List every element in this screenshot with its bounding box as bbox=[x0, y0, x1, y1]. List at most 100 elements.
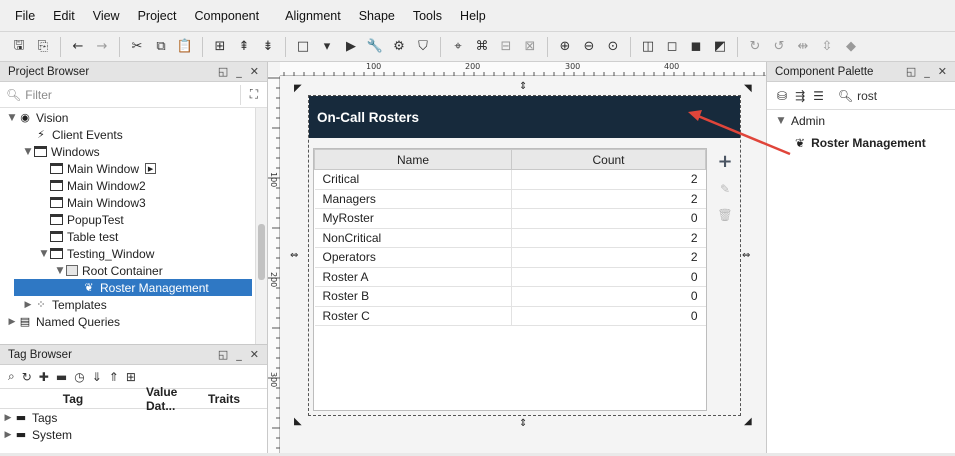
resize-handle-e[interactable]: ⇔ bbox=[742, 250, 750, 261]
wrench-icon[interactable]: 🔧 bbox=[364, 36, 386, 58]
resize-handle-nw[interactable]: ◤ bbox=[294, 83, 302, 94]
expand-arrow-icon[interactable]: ▼ bbox=[775, 116, 787, 126]
tag-row-tags[interactable]: ▶ ▬ Tags bbox=[0, 409, 267, 426]
window-icon[interactable]: □ bbox=[292, 36, 314, 58]
tree-item[interactable]: Main Window ▶ bbox=[0, 160, 267, 177]
expand-all-icon[interactable]: ⇶ bbox=[795, 89, 805, 103]
restore-icon[interactable]: ◱ bbox=[218, 65, 228, 78]
align-right-icon[interactable]: ⊟ bbox=[495, 36, 517, 58]
column-header-value-data[interactable]: Value Dat... bbox=[146, 385, 208, 413]
palette-category-admin[interactable]: ▼ Admin bbox=[767, 110, 955, 132]
add-tag-icon[interactable]: ✚ bbox=[39, 370, 49, 384]
resize-handle-se[interactable]: ◢ bbox=[744, 416, 752, 427]
difference-icon[interactable]: ◻ bbox=[661, 36, 683, 58]
menu-edit[interactable]: Edit bbox=[44, 0, 84, 32]
menu-help[interactable]: Help bbox=[451, 0, 495, 32]
back-arrow-icon[interactable]: ← bbox=[67, 36, 89, 58]
move-backward-icon[interactable]: ⇟ bbox=[257, 36, 279, 58]
palette-search-input[interactable]: 🔍︎ rost bbox=[838, 89, 877, 103]
tree-item[interactable]: ▼ Windows bbox=[0, 143, 267, 160]
tree-item[interactable]: Table test bbox=[0, 228, 267, 245]
expand-arrow-icon[interactable]: ▶ bbox=[6, 317, 18, 327]
resize-handle-n[interactable]: ⇕ bbox=[519, 81, 527, 92]
script-icon[interactable]: ⚙ bbox=[388, 36, 410, 58]
zoom-reset-icon[interactable]: ⊙ bbox=[602, 36, 624, 58]
table-row[interactable]: MyRoster 0 bbox=[314, 208, 706, 229]
table-row[interactable]: Operators 2 bbox=[314, 247, 706, 268]
resize-handle-ne[interactable]: ◥ bbox=[744, 83, 752, 94]
table-row[interactable]: Roster C0 bbox=[314, 306, 706, 326]
group-icon[interactable]: ⊞ bbox=[209, 36, 231, 58]
minimize-icon[interactable]: _ bbox=[236, 65, 242, 78]
column-header-name[interactable]: Name bbox=[314, 149, 512, 170]
restore-icon[interactable]: ◱ bbox=[218, 348, 228, 361]
menu-component[interactable]: Component bbox=[185, 0, 268, 32]
menu-file[interactable]: File bbox=[6, 0, 44, 32]
close-icon[interactable]: ✕ bbox=[250, 348, 259, 361]
table-row[interactable]: NonCritical 2 bbox=[314, 228, 706, 248]
project-tree-scrollbar[interactable] bbox=[255, 108, 267, 344]
close-icon[interactable]: ✕ bbox=[938, 65, 947, 78]
filter-input[interactable]: 🔍︎ Filter bbox=[6, 84, 241, 105]
union-icon[interactable]: ◫ bbox=[637, 36, 659, 58]
zoom-out-icon[interactable]: ⊖ bbox=[578, 36, 600, 58]
tree-item[interactable]: ▼ ◉ Vision bbox=[0, 109, 267, 126]
scrollbar-thumb[interactable] bbox=[258, 224, 265, 280]
tree-item[interactable]: ❦ Roster Management bbox=[14, 279, 252, 296]
paste-icon[interactable]: 📋 bbox=[174, 36, 196, 58]
move-forward-icon[interactable]: ⇞ bbox=[233, 36, 255, 58]
filter-options-icon[interactable]: ⛶ bbox=[241, 87, 267, 102]
tree-item[interactable]: Main Window3 bbox=[0, 194, 267, 211]
expand-arrow-icon[interactable]: ▶ bbox=[2, 430, 14, 440]
expand-arrow-icon[interactable]: ▼ bbox=[54, 266, 66, 276]
flip-horizontal-icon[interactable]: ⇹ bbox=[792, 36, 814, 58]
column-header-traits[interactable]: Traits bbox=[208, 392, 248, 406]
add-icon[interactable]: + bbox=[717, 153, 732, 171]
history-icon[interactable]: ◷ bbox=[74, 370, 84, 384]
export-icon[interactable]: ⇑ bbox=[109, 370, 119, 384]
shield-icon[interactable]: ⛉ bbox=[412, 36, 434, 58]
save-icon[interactable]: 🖫 bbox=[8, 36, 30, 58]
minimize-icon[interactable]: _ bbox=[924, 65, 930, 78]
copy-icon[interactable]: ⧉ bbox=[150, 36, 172, 58]
rotate-left-icon[interactable]: ↺ bbox=[768, 36, 790, 58]
tag-row-system[interactable]: ▶ ▬ System bbox=[0, 426, 267, 443]
expand-arrow-icon[interactable]: ▼ bbox=[22, 147, 34, 157]
refresh-icon[interactable]: ↻ bbox=[22, 370, 32, 384]
table-row[interactable]: Critical 2 bbox=[314, 169, 706, 190]
minimize-icon[interactable]: _ bbox=[236, 348, 242, 361]
tree-item[interactable]: ▶ ⁘ Templates bbox=[0, 296, 267, 313]
roster-table[interactable]: Name Count Critical 2 Managers 2 MyRoster 0 No… bbox=[313, 148, 707, 411]
menu-shape[interactable]: Shape bbox=[350, 0, 404, 32]
table-row[interactable]: Roster B0 bbox=[314, 286, 706, 307]
resize-handle-s[interactable]: ⇕ bbox=[519, 418, 527, 429]
palette-item-roster-management[interactable]: ❦ Roster Management bbox=[767, 132, 955, 154]
rotate-icon[interactable]: ↻ bbox=[744, 36, 766, 58]
menu-tools[interactable]: Tools bbox=[404, 0, 451, 32]
collapse-all-icon[interactable]: ☰ bbox=[813, 89, 824, 103]
fill-icon[interactable]: ◆ bbox=[840, 36, 862, 58]
close-icon[interactable]: ✕ bbox=[250, 65, 259, 78]
zoom-in-icon[interactable]: ⊕ bbox=[554, 36, 576, 58]
column-header-count[interactable]: Count bbox=[511, 149, 706, 170]
delete-trash-icon[interactable]: 🗑 bbox=[717, 208, 732, 222]
resize-handle-w[interactable]: ⇔ bbox=[290, 250, 298, 261]
exclusive-or-icon[interactable]: ◩ bbox=[709, 36, 731, 58]
preview-play-icon[interactable]: ▶ bbox=[340, 36, 362, 58]
tree-item[interactable]: ▼ Root Container bbox=[0, 262, 267, 279]
palette-view-icon[interactable]: ⛁ bbox=[777, 89, 787, 103]
resize-handle-sw[interactable]: ◣ bbox=[294, 416, 302, 427]
align-center-icon[interactable]: ⌘ bbox=[471, 36, 493, 58]
menu-alignment[interactable]: Alignment bbox=[276, 0, 350, 32]
expand-arrow-icon[interactable]: ▼ bbox=[38, 249, 50, 259]
tree-item[interactable]: Main Window2 bbox=[0, 177, 267, 194]
edit-pencil-icon[interactable]: ✎ bbox=[720, 182, 730, 196]
intersect-icon[interactable]: ◼ bbox=[685, 36, 707, 58]
search-icon[interactable]: ⌕ bbox=[8, 369, 15, 384]
tree-item[interactable]: ⚡ Client Events bbox=[0, 126, 267, 143]
distribute-icon[interactable]: ⊠ bbox=[519, 36, 541, 58]
tree-item[interactable]: ▼ Testing_Window bbox=[0, 245, 267, 262]
menu-project[interactable]: Project bbox=[129, 0, 186, 32]
expand-arrow-icon[interactable]: ▼ bbox=[6, 113, 18, 123]
expand-arrow-icon[interactable]: ▶ bbox=[22, 300, 34, 310]
